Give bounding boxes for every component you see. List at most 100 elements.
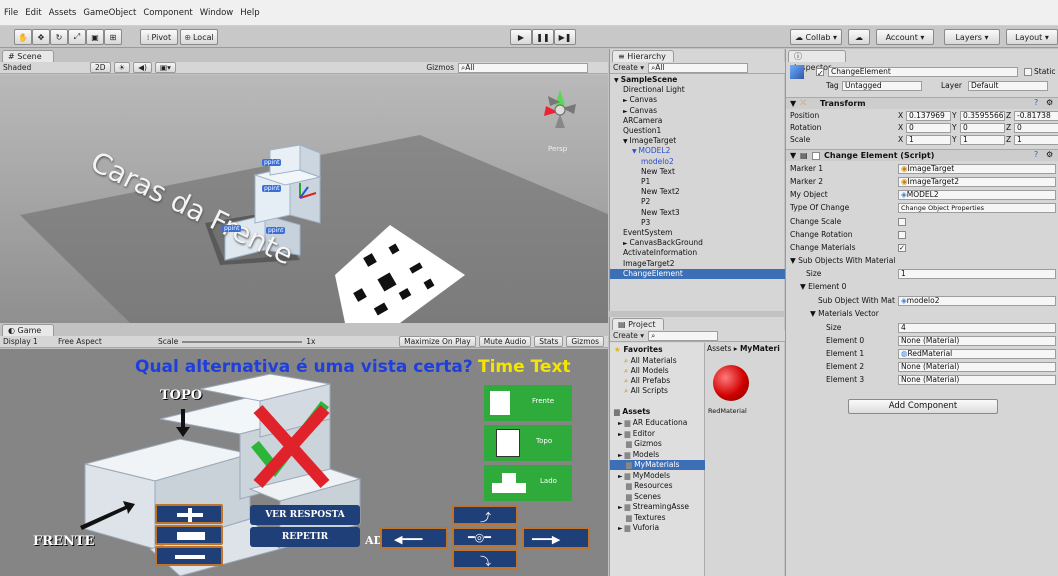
hierarchy-item-selected[interactable]: ChangeElement — [610, 268, 785, 279]
expand-arrow-icon[interactable]: ▼ — [614, 77, 621, 84]
layers-dropdown[interactable]: Layers ▾ — [944, 29, 1000, 45]
rotation-z-field[interactable]: 0 — [1014, 123, 1058, 133]
persp-label[interactable]: Persp — [548, 145, 567, 153]
hierarchy-create-dropdown[interactable]: Create ▾ — [613, 63, 644, 72]
material-element-field[interactable]: None (Material) — [898, 362, 1056, 372]
menu-help[interactable]: Help — [240, 8, 259, 18]
add-component-button[interactable]: Add Component — [848, 399, 998, 414]
favorite-item[interactable]: ⌕ All Materials — [624, 356, 677, 366]
rotate-tool-icon[interactable]: ↻ — [50, 29, 68, 45]
hierarchy-item[interactable]: ▼ MODEL2 — [610, 146, 785, 156]
sub-object-field[interactable]: ◈modelo2 — [898, 296, 1056, 306]
hierarchy-item[interactable]: Question1 — [610, 126, 785, 136]
hierarchy-item[interactable]: New Text — [610, 167, 785, 177]
hierarchy-item[interactable]: modelo2 — [610, 157, 785, 167]
project-create-dropdown[interactable]: Create ▾ — [613, 331, 644, 340]
active-checkbox[interactable]: ✓ — [816, 68, 824, 78]
object-name-field[interactable]: ChangeElement — [828, 67, 1018, 77]
mv-size-field[interactable]: 4 — [898, 323, 1056, 333]
gizmos-dropdown[interactable]: Gizmos — [426, 63, 454, 72]
folder-item[interactable]: ► ▆ Models — [610, 450, 705, 460]
services-button[interactable]: ☁ — [848, 29, 870, 45]
toggle-2d-button[interactable]: 2D — [90, 62, 111, 73]
folder-item[interactable]: ▆ Textures — [610, 513, 705, 523]
move-tool-icon[interactable]: ✥ — [32, 29, 50, 45]
layout-dropdown[interactable]: Layout ▾ — [1006, 29, 1058, 45]
scene-viewport[interactable]: Caras da Frente ppint ppint ppint ppint … — [0, 75, 608, 323]
change-scale-checkbox[interactable] — [898, 218, 906, 226]
hierarchy-item[interactable]: Directional Light — [610, 85, 785, 95]
tab-game[interactable]: ◐ Game — [2, 324, 54, 336]
step-button[interactable]: ▶❚ — [554, 29, 576, 45]
position-y-field[interactable]: 0.3595566 — [960, 111, 1005, 121]
sub-objects-foldout[interactable]: ▼ Sub Objects With Material — [790, 256, 895, 266]
folder-item[interactable]: ► ▆ Editor — [610, 429, 705, 439]
menu-window[interactable]: Window — [200, 8, 234, 18]
account-dropdown[interactable]: Account ▾ — [876, 29, 934, 45]
scale-z-field[interactable]: 1 — [1014, 135, 1058, 145]
aspect-dropdown[interactable]: Free Aspect — [58, 337, 118, 346]
play-button[interactable]: ▶ — [510, 29, 532, 45]
hierarchy-item[interactable]: ▼ ImageTarget — [610, 136, 785, 146]
effects-icon[interactable]: ▣▾ — [154, 62, 176, 73]
hierarchy-item[interactable]: P1 — [610, 177, 785, 187]
audio-icon[interactable]: ◀) — [133, 62, 152, 73]
settings-gear-icon[interactable]: ⚙ — [1046, 98, 1053, 107]
myobject-field[interactable]: ◈MODEL2 — [898, 190, 1056, 200]
element0-foldout[interactable]: ▼ Element 0 — [800, 282, 846, 292]
hierarchy-search-input[interactable]: ⌕All — [648, 62, 749, 73]
marker2-field[interactable]: ◉ImageTarget2 — [898, 177, 1056, 187]
help-icon[interactable]: ? — [1034, 150, 1038, 159]
tab-inspector[interactable]: ⓘ Inspector — [788, 50, 846, 72]
hierarchy-item[interactable]: ImageTarget2 — [610, 259, 785, 269]
hierarchy-item[interactable]: New Text3 — [610, 208, 785, 218]
maximize-on-play-toggle[interactable]: Maximize On Play — [399, 336, 476, 347]
lighting-icon[interactable]: ☀ — [113, 62, 131, 73]
marker1-field[interactable]: ◉ImageTarget — [898, 164, 1056, 174]
minus-button[interactable] — [155, 546, 223, 566]
rect-tool-icon[interactable]: ▣ — [86, 29, 104, 45]
option-topo-button[interactable]: Topo — [484, 425, 572, 461]
script-header[interactable]: ▼ ▤ Change Element (Script) ? ⚙ — [786, 149, 1058, 161]
ver-resposta-button[interactable]: VER RESPOSTA — [250, 505, 360, 525]
scale-x-field[interactable]: 1 — [906, 135, 951, 145]
favorite-item[interactable]: ⌕ All Scripts — [624, 386, 668, 396]
folder-item[interactable]: ► ▆ AR Educationa — [610, 418, 705, 428]
folder-item[interactable]: ► ▆ StreamingAsse — [610, 502, 705, 512]
material-element-field[interactable]: None (Material) — [898, 336, 1056, 346]
hierarchy-item[interactable]: New Text2 — [610, 187, 785, 197]
shading-dropdown[interactable]: Shaded — [3, 63, 87, 72]
assets-header[interactable]: ▆ Assets — [614, 407, 650, 417]
red-material-thumbnail[interactable] — [713, 365, 749, 401]
static-checkbox[interactable] — [1024, 68, 1032, 76]
folder-item[interactable]: ► ▆ MyModels — [610, 471, 705, 481]
hand-tool-icon[interactable]: ✋ — [14, 29, 32, 45]
repetir-button[interactable]: REPETIR — [250, 527, 360, 547]
display-dropdown[interactable]: Display 1 — [3, 337, 58, 346]
game-gizmos-dropdown[interactable]: Gizmos — [566, 336, 604, 347]
favorites-header[interactable]: ★ Favorites — [614, 345, 663, 355]
material-element-field[interactable]: ◍RedMaterial — [898, 349, 1056, 359]
hierarchy-item[interactable]: ► Canvas — [610, 95, 785, 105]
scene-search-input[interactable]: ⌕All — [458, 62, 588, 73]
game-viewport[interactable]: Qual alternativa é uma vista certa? Time… — [0, 349, 608, 576]
plus-button[interactable] — [155, 504, 223, 524]
change-materials-checkbox[interactable]: ✓ — [898, 244, 906, 252]
rotation-y-field[interactable]: 0 — [960, 123, 1005, 133]
tag-dropdown[interactable]: Untagged — [842, 81, 922, 91]
materials-vector-foldout[interactable]: ▼ Materials Vector — [810, 309, 879, 319]
pivot-button[interactable]: ⁞ Pivot — [140, 29, 178, 45]
arrow-down-button[interactable]: ⤵ — [452, 549, 518, 569]
transform-header[interactable]: ▼ ⤫ Transform ? ⚙ — [786, 97, 1058, 109]
hierarchy-item[interactable]: ▼ SampleScene — [610, 75, 785, 85]
scale-y-field[interactable]: 1 — [960, 135, 1005, 145]
menu-gameobject[interactable]: GameObject — [83, 8, 136, 18]
folder-item[interactable]: ▆ Scenes — [610, 492, 705, 502]
favorite-item[interactable]: ⌕ All Prefabs — [624, 376, 670, 386]
hierarchy-item[interactable]: EventSystem — [610, 228, 785, 238]
hierarchy-item[interactable]: ActivateInformation — [610, 248, 785, 258]
menu-component[interactable]: Component — [143, 8, 192, 18]
hierarchy-item[interactable]: ► CanvasBackGround — [610, 238, 785, 248]
material-element-field[interactable]: None (Material) — [898, 375, 1056, 385]
collab-dropdown[interactable]: ☁ Collab ▾ — [790, 29, 842, 45]
